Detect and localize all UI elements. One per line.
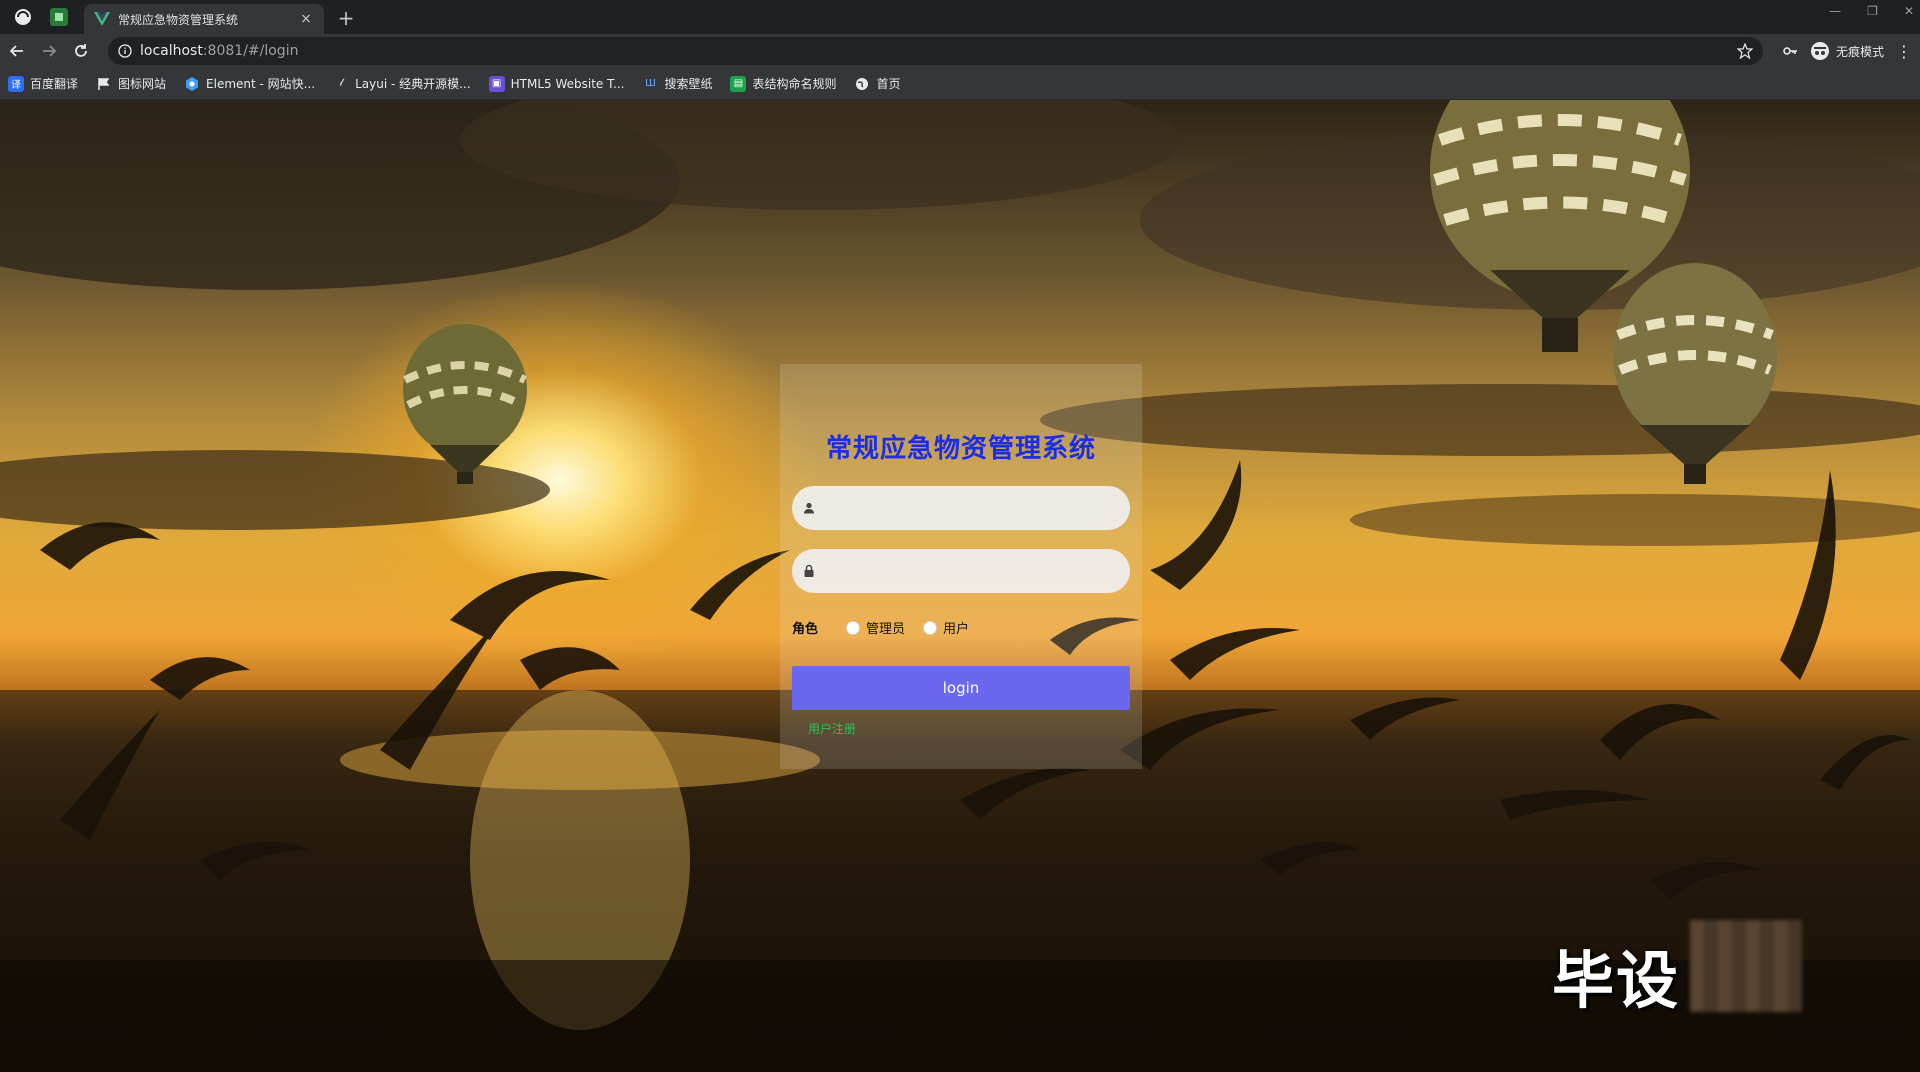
reload-icon bbox=[75, 44, 87, 57]
role-selector: 角色 管理员 用户 bbox=[792, 618, 979, 637]
page-viewport: 常规应急物资管理系统 角色 管理员 用户 login 用户注册 毕设 bbox=[0, 100, 1920, 1072]
restore-icon[interactable]: ❐ bbox=[1867, 4, 1878, 18]
role-label: 角色 bbox=[792, 622, 819, 637]
new-tab-button[interactable]: + bbox=[334, 6, 358, 30]
layui-icon: 𝓁 bbox=[339, 78, 343, 89]
address-bar[interactable]: localhost:8081/#/login bbox=[108, 37, 1763, 65]
menu-dots-icon[interactable]: ⋮ bbox=[1896, 42, 1912, 61]
baidu-translate-icon: 译 bbox=[8, 75, 24, 92]
tab-close-icon[interactable]: × bbox=[298, 11, 314, 27]
pinned-app-icon[interactable] bbox=[50, 8, 68, 26]
login-button[interactable]: login bbox=[792, 666, 1130, 710]
bookmark-home[interactable]: 首页 bbox=[854, 75, 901, 92]
table-icon: ▤ bbox=[730, 75, 747, 92]
forward-button[interactable] bbox=[34, 36, 64, 66]
radio-circle[interactable] bbox=[846, 620, 860, 635]
lock-icon bbox=[804, 564, 814, 577]
browser-tab-bar: 常规应急物资管理系统 × + — ❐ ✕ bbox=[0, 0, 1920, 34]
radio-circle[interactable] bbox=[923, 620, 938, 635]
role-radio-admin[interactable]: 管理员 bbox=[846, 618, 905, 637]
wallpaper-icon: Ш bbox=[645, 78, 656, 89]
bookmark-label: 表结构命名规则 bbox=[752, 77, 837, 91]
role-option-label: 管理员 bbox=[866, 622, 906, 637]
login-card: 常规应急物资管理系统 角色 管理员 用户 login 用户注册 bbox=[780, 364, 1142, 769]
password-input[interactable] bbox=[824, 549, 1130, 593]
url-host: localhost bbox=[140, 43, 203, 59]
browser-tab-active[interactable]: 常规应急物资管理系统 × bbox=[84, 4, 324, 34]
toolbar-right: 无痕模式 ⋮ bbox=[1782, 34, 1912, 68]
bookmark-label: 图标网站 bbox=[118, 77, 167, 91]
bookmark-html5-template[interactable]: ▣ HTML5 Website T... bbox=[488, 75, 625, 92]
incognito-label: 无痕模式 bbox=[1835, 44, 1884, 59]
bookmark-table-naming[interactable]: ▤ 表结构命名规则 bbox=[730, 75, 836, 92]
username-field[interactable] bbox=[792, 486, 1130, 530]
username-input[interactable] bbox=[824, 486, 1130, 530]
arrow-right-icon bbox=[43, 45, 57, 57]
vue-favicon-icon bbox=[94, 12, 110, 26]
register-link[interactable]: 用户注册 bbox=[808, 720, 856, 737]
browser-profile-icon[interactable] bbox=[12, 6, 34, 28]
role-option-label: 用户 bbox=[943, 622, 970, 637]
tab-title: 常规应急物资管理系统 bbox=[118, 12, 239, 27]
bookmarks-bar: 译 百度翻译 图标网站 Element - 网站快... 𝓁 Layui - 经… bbox=[0, 68, 1920, 100]
element-hexagon-icon bbox=[184, 76, 200, 92]
url-path: :8081/#/login bbox=[202, 43, 299, 59]
user-icon bbox=[804, 502, 814, 514]
back-button[interactable] bbox=[2, 36, 32, 66]
flag-icon bbox=[96, 76, 112, 92]
globe-icon bbox=[854, 76, 870, 92]
incognito-indicator[interactable]: 无痕模式 bbox=[1810, 41, 1884, 61]
incognito-icon bbox=[1810, 42, 1829, 60]
page-title: 常规应急物资管理系统 bbox=[825, 434, 1096, 464]
key-icon[interactable] bbox=[1782, 43, 1798, 59]
bookmark-layui[interactable]: 𝓁 Layui - 经典开源模... bbox=[333, 75, 470, 92]
bookmark-icon-site[interactable]: 图标网站 bbox=[96, 75, 166, 92]
arrow-left-icon bbox=[9, 45, 23, 57]
html5-template-icon: ▣ bbox=[488, 75, 505, 92]
close-window-icon[interactable]: ✕ bbox=[1904, 4, 1914, 18]
password-field[interactable] bbox=[792, 549, 1130, 593]
mosaic-blur-patch bbox=[1690, 920, 1802, 1012]
bookmark-baidu-translate[interactable]: 译 百度翻译 bbox=[8, 75, 78, 92]
bookmark-element[interactable]: Element - 网站快... bbox=[184, 75, 315, 92]
bookmark-star-icon[interactable] bbox=[1737, 43, 1753, 59]
bookmark-label: HTML5 Website T... bbox=[510, 76, 625, 91]
role-radio-user[interactable]: 用户 bbox=[923, 618, 969, 637]
bookmark-label: 搜索壁纸 bbox=[664, 77, 713, 91]
browser-toolbar: localhost:8081/#/login 无痕模式 ⋮ bbox=[0, 34, 1920, 68]
bookmark-label: 百度翻译 bbox=[30, 77, 79, 91]
bookmark-label: 首页 bbox=[876, 77, 901, 91]
info-icon[interactable] bbox=[118, 44, 132, 58]
bookmark-label: Layui - 经典开源模... bbox=[355, 77, 471, 91]
watermark-text: 毕设 bbox=[1552, 944, 1681, 1017]
bookmark-label: Element - 网站快... bbox=[206, 77, 316, 91]
bookmark-wallpaper[interactable]: Ш 搜索壁纸 bbox=[642, 75, 712, 92]
reload-button[interactable] bbox=[66, 36, 96, 66]
minimize-icon[interactable]: — bbox=[1829, 4, 1841, 18]
window-controls: — ❐ ✕ bbox=[1829, 4, 1914, 18]
